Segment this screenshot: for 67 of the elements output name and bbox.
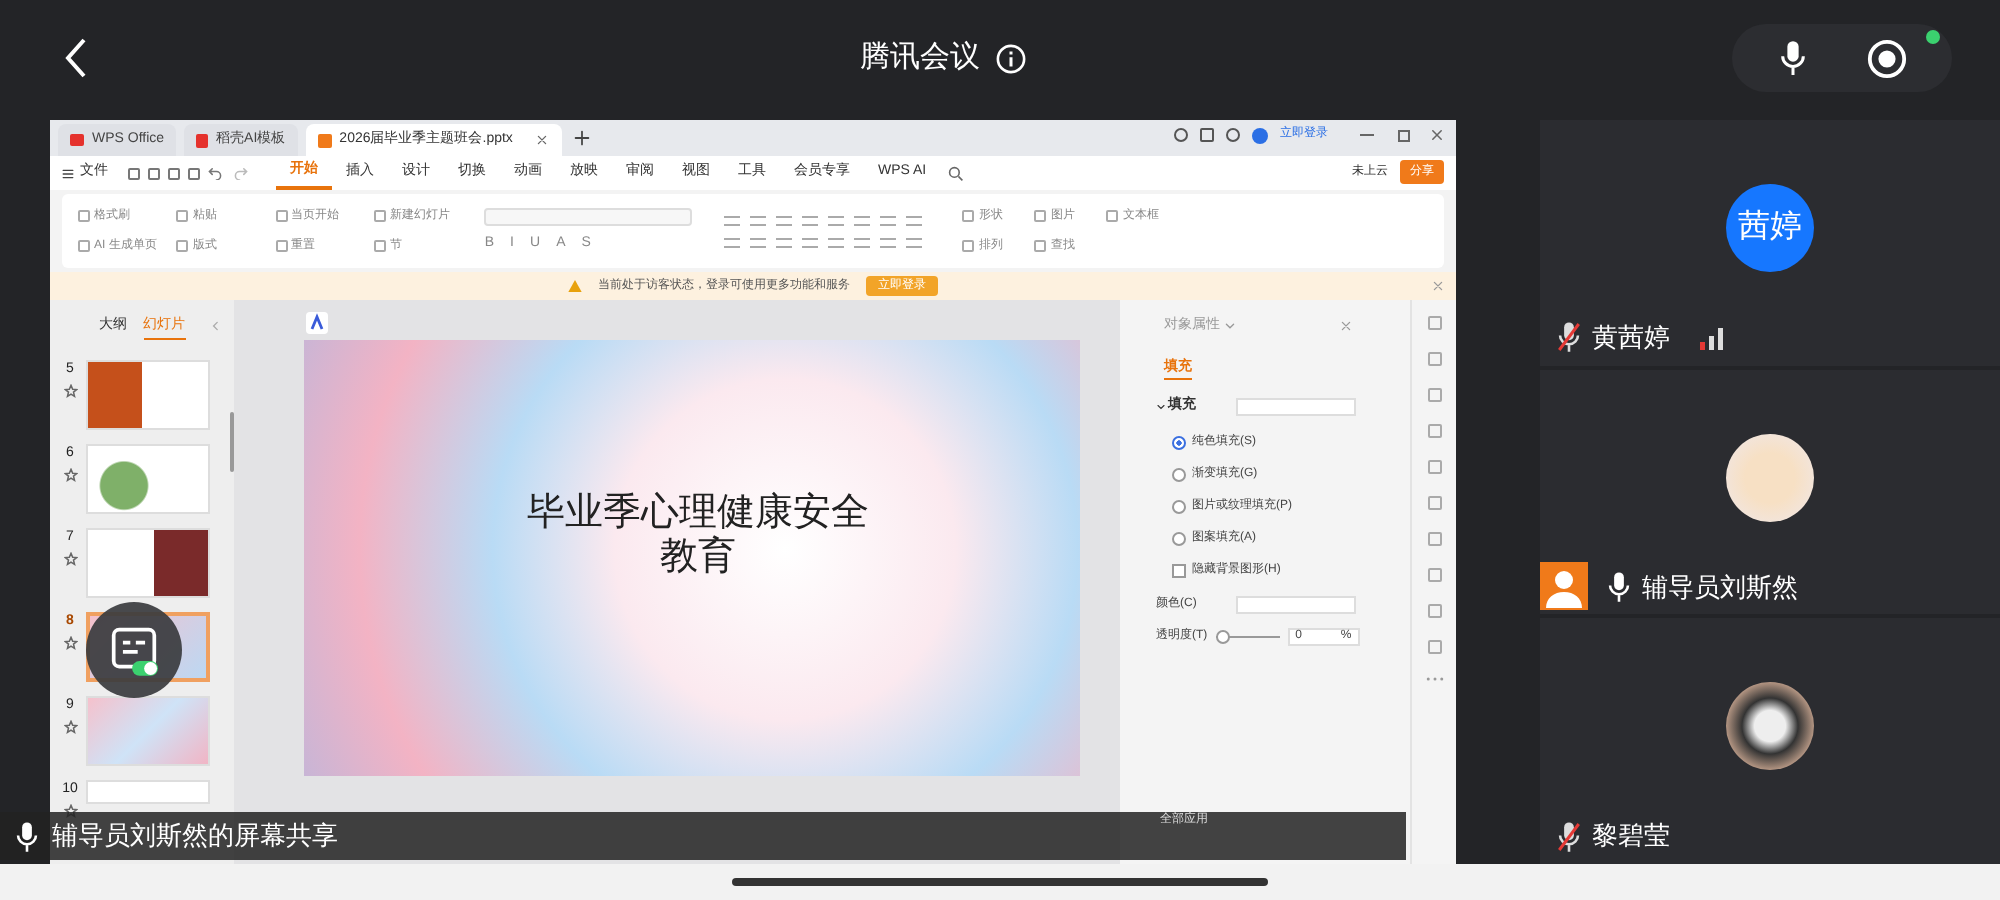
more-icon[interactable]	[1425, 676, 1443, 682]
signal-icon	[1700, 325, 1724, 350]
slider-thumb[interactable]	[1215, 629, 1230, 643]
star-icon[interactable]	[63, 720, 77, 734]
app-icon	[317, 133, 332, 147]
collapse-icon[interactable]	[210, 320, 222, 332]
slide-thumbnail[interactable]	[86, 359, 210, 429]
participant-name: 黄茜婷	[1592, 319, 1670, 356]
close-icon[interactable]	[1432, 280, 1444, 292]
slide-thumbnail[interactable]	[86, 527, 210, 597]
slide-thumbnail[interactable]	[86, 695, 210, 765]
star-icon[interactable]	[63, 468, 77, 482]
sidebar-tool-icon[interactable]	[1427, 532, 1441, 546]
sidebar-tool-icon[interactable]	[1427, 604, 1441, 618]
undo-icon[interactable]	[208, 166, 222, 180]
back-icon[interactable]	[64, 36, 88, 80]
menu-icon[interactable]	[62, 167, 74, 179]
redo-icon[interactable]	[234, 166, 248, 180]
color-dropdown[interactable]	[1236, 595, 1357, 613]
radio-button[interactable]	[1172, 435, 1186, 449]
warning-icon	[568, 280, 582, 292]
radio-button[interactable]	[1172, 499, 1186, 513]
avatar-photo-placeholder	[1726, 682, 1814, 771]
sidebar-tool-icon[interactable]	[1427, 640, 1441, 654]
avatar: 茜婷	[1726, 184, 1814, 272]
radio-button[interactable]	[1172, 531, 1186, 545]
slide-title: 毕业季心理健康安全教育	[525, 492, 871, 580]
radio-button[interactable]	[1172, 467, 1186, 481]
participant-name: 辅导员刘斯然	[1642, 569, 1798, 606]
new-tab-icon[interactable]	[573, 130, 590, 146]
search-icon[interactable]	[948, 165, 965, 181]
star-icon[interactable]	[63, 552, 77, 566]
floating-toggle-menu[interactable]	[86, 602, 182, 698]
sidebar-tool-icon[interactable]	[1427, 352, 1441, 366]
slide-thumbnail[interactable]	[86, 779, 210, 803]
caret-icon[interactable]	[1156, 401, 1166, 412]
sidebar-tool-icon[interactable]	[1427, 496, 1441, 510]
app-icon	[196, 133, 209, 147]
close-icon[interactable]	[1340, 320, 1352, 333]
app-icon	[70, 134, 84, 146]
participant-name: 黎碧莹	[1592, 818, 1670, 855]
scrollbar-thumb	[230, 412, 234, 472]
fill-dropdown[interactable]	[1236, 397, 1356, 416]
microphone-icon	[14, 819, 40, 853]
meeting-title: 腾讯会议	[860, 38, 980, 78]
window-icon[interactable]	[1200, 128, 1214, 142]
info-icon[interactable]	[996, 43, 1026, 73]
sidebar-tool-icon[interactable]	[1427, 460, 1441, 474]
microphone-icon[interactable]	[1777, 38, 1807, 78]
font-field[interactable]	[484, 207, 693, 226]
sidebar-tool-icon[interactable]	[1427, 568, 1441, 582]
avatar-icon	[1252, 127, 1268, 143]
person-icon	[1540, 562, 1588, 611]
share-label: 辅导员刘斯然的屏幕共享	[52, 818, 338, 855]
sidebar-tool-icon[interactable]	[1427, 388, 1441, 402]
slide-thumbnail[interactable]	[86, 443, 210, 513]
ai-icon[interactable]	[306, 312, 328, 334]
close-icon[interactable]	[536, 134, 549, 146]
star-icon[interactable]	[63, 384, 77, 398]
restore-icon[interactable]	[1398, 129, 1410, 141]
sidebar-tool-icon[interactable]	[1427, 316, 1441, 330]
checkbox[interactable]	[1172, 563, 1186, 577]
sidebar-tool-icon[interactable]	[1427, 424, 1441, 438]
close-icon[interactable]	[1430, 128, 1444, 142]
record-icon[interactable]	[1865, 37, 1907, 79]
avatar-photo-placeholder	[1726, 433, 1814, 522]
star-icon[interactable]	[63, 636, 77, 650]
